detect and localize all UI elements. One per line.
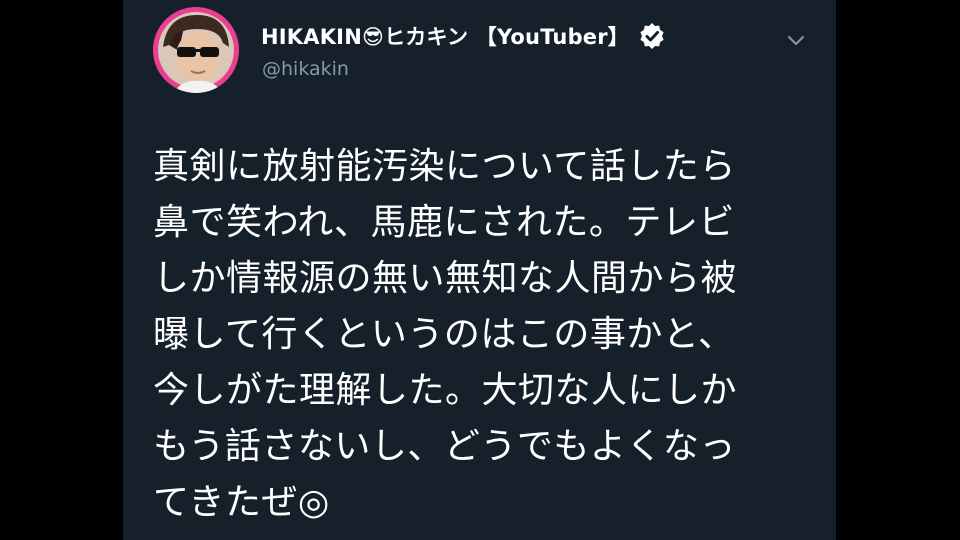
tweet-text-line: 真剣に放射能汚染について話したら	[153, 146, 736, 187]
tweet-text-line: しか情報源の無い無知な人間から被	[153, 258, 738, 299]
tweet-card: HIKAKIN😎ヒカキン 【YouTuber】 @hikakin 真剣に放射能汚…	[123, 0, 836, 540]
tweet-text-line: 鼻で笑われ、馬鹿にされた。テレビ	[153, 202, 735, 243]
tweet-text-line: もう話さないし、どうでもよくなっ	[153, 426, 736, 467]
account-name-row: HIKAKIN😎ヒカキン 【YouTuber】	[261, 18, 665, 54]
tweet-text-line: 今しがた理解した。大切な人にしか	[153, 370, 738, 411]
chevron-down-icon[interactable]	[786, 32, 806, 46]
tweet-text-line: てきたぜ◎	[153, 482, 330, 523]
avatar-photo	[153, 7, 239, 93]
tweet-text: 真剣に放射能汚染について話したら 鼻で笑われ、馬鹿にされた。テレビ しか情報源の…	[153, 139, 813, 531]
screenshot-frame: HIKAKIN😎ヒカキン 【YouTuber】 @hikakin 真剣に放射能汚…	[0, 0, 960, 540]
verified-badge-icon	[639, 23, 665, 49]
avatar[interactable]	[153, 7, 239, 93]
display-name[interactable]: HIKAKIN😎ヒカキン 【YouTuber】	[261, 21, 629, 51]
tweet-text-line: 曝して行くというのはこの事かと、	[153, 314, 735, 355]
account-handle[interactable]: @hikakin	[262, 58, 349, 80]
